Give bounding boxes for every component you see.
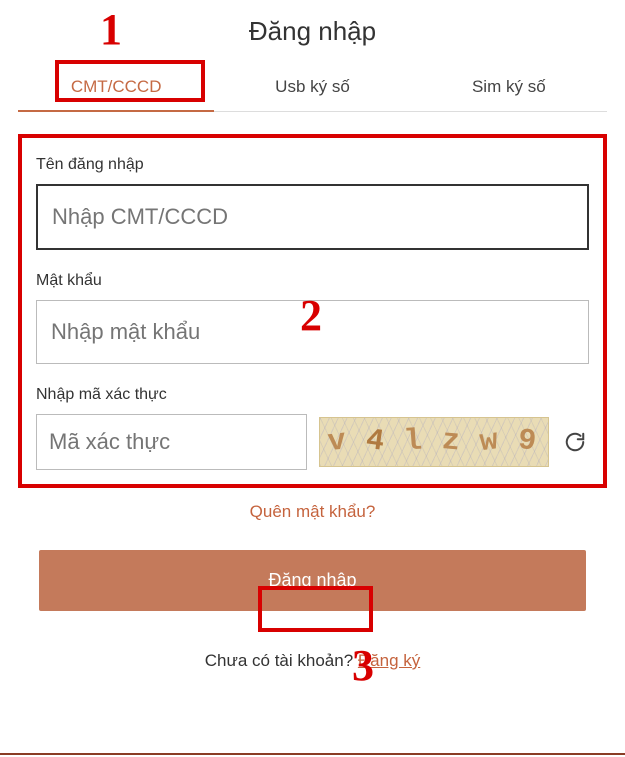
login-button[interactable]: Đăng nhập: [39, 550, 587, 611]
tab-cmt-cccd[interactable]: CMT/CCCD: [18, 63, 214, 111]
captcha-row: v4lzw9: [36, 414, 589, 470]
tab-sim-ky-so[interactable]: Sim ký số: [411, 63, 607, 111]
captcha-label: Nhập mã xác thực: [36, 386, 589, 404]
forgot-password-link[interactable]: Quên mật khẩu?: [18, 502, 607, 522]
register-row: Chưa có tài khoản? Đăng ký: [18, 651, 607, 671]
captcha-image: v4lzw9: [319, 417, 549, 467]
login-form-area: Tên đăng nhập Mật khẩu Nhập mã xác thực …: [18, 134, 607, 488]
register-link[interactable]: Đăng ký: [358, 651, 420, 670]
page-title: Đăng nhập: [18, 16, 607, 47]
refresh-icon: [564, 431, 586, 453]
captcha-input[interactable]: [36, 414, 307, 470]
password-input[interactable]: [36, 300, 589, 364]
username-input[interactable]: [36, 184, 589, 250]
username-label: Tên đăng nhập: [36, 156, 589, 174]
login-method-tabs: CMT/CCCD Usb ký số Sim ký số: [18, 63, 607, 112]
refresh-captcha-button[interactable]: [561, 428, 589, 456]
no-account-text: Chưa có tài khoản?: [205, 651, 358, 670]
password-label: Mật khẩu: [36, 272, 589, 290]
tab-usb-ky-so[interactable]: Usb ký số: [214, 63, 410, 111]
bottom-divider: [0, 753, 625, 755]
